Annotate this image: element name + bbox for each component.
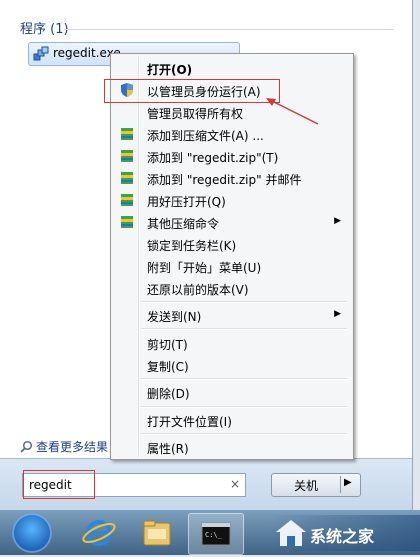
menu-item-label: 剪切(T)	[147, 338, 188, 352]
shutdown-options-arrow-icon[interactable]: ▶	[344, 477, 352, 488]
menu-item-label: 还原以前的版本(V)	[147, 283, 249, 297]
regedit-icon	[33, 46, 49, 62]
menu-item-restore-versions[interactable]: 还原以前的版本(V)	[113, 278, 349, 298]
menu-item-label: 锁定到任务栏(K)	[147, 239, 237, 253]
menu-item-take-ownership[interactable]: 管理员取得所有权	[113, 102, 349, 122]
menu-item-label: 添加到 "regedit.zip" 并邮件	[147, 173, 302, 187]
watermark: 系统之家	[270, 515, 420, 551]
menu-item-add-to-zip-and-email[interactable]: 添加到 "regedit.zip" 并邮件	[113, 168, 349, 188]
submenu-arrow-icon: ▶	[334, 309, 341, 319]
shutdown-button[interactable]: 关机 ▶	[271, 473, 361, 497]
see-more-results-link[interactable]: 查看更多结果	[20, 438, 108, 455]
taskbar-ie-button[interactable]	[72, 513, 126, 553]
menu-item-label: 打开文件位置(I)	[147, 415, 232, 429]
menu-item-properties[interactable]: 属性(R)	[113, 437, 349, 457]
archive-icon	[119, 214, 135, 230]
internet-explorer-icon	[82, 520, 116, 546]
menu-item-label: 发送到(N)	[147, 310, 202, 324]
shutdown-divider	[340, 476, 341, 493]
menu-separator	[141, 301, 347, 303]
menu-item-add-to-zip[interactable]: 添加到 "regedit.zip"(T)	[113, 146, 349, 166]
archive-icon	[119, 192, 135, 208]
start-orb-icon[interactable]	[12, 513, 52, 553]
menu-item-open[interactable]: 打开(O)	[113, 58, 349, 78]
menu-item-label: 复制(C)	[147, 360, 189, 374]
command-prompt-icon: C:\_	[201, 522, 231, 546]
menu-item-label: 打开(O)	[147, 63, 193, 77]
house-logo-icon	[276, 520, 306, 546]
menu-item-open-with-haozip[interactable]: 用好压打开(Q)	[113, 190, 349, 210]
watermark-text: 系统之家	[310, 527, 375, 546]
search-highlight-box	[23, 470, 95, 499]
menu-item-copy[interactable]: 复制(C)	[113, 355, 349, 375]
menu-item-label: 附到「开始」菜单(U)	[147, 261, 262, 275]
menu-item-label: 其他压缩命令	[147, 217, 220, 231]
menu-separator	[141, 378, 347, 380]
folder-icon	[143, 520, 171, 546]
menu-item-label: 添加到 "regedit.zip"(T)	[147, 151, 279, 165]
section-divider	[64, 29, 394, 30]
shutdown-label: 关机	[293, 479, 318, 493]
menu-item-label: 管理员取得所有权	[147, 107, 244, 121]
archive-icon	[119, 170, 135, 186]
menu-item-label: 用好压打开(Q)	[147, 195, 226, 209]
menu-item-open-file-location[interactable]: 打开文件位置(I)	[113, 410, 349, 430]
menu-item-label: 添加到压缩文件(A) ...	[147, 129, 264, 143]
programs-section-header: 程序 (1)	[20, 22, 69, 37]
menu-item-send-to[interactable]: 发送到(N) ▶	[113, 305, 349, 325]
menu-item-add-to-archive[interactable]: 添加到压缩文件(A) ...	[113, 124, 349, 144]
menu-item-pin-taskbar[interactable]: 锁定到任务栏(K)	[113, 234, 349, 254]
menu-item-cut[interactable]: 剪切(T)	[113, 333, 349, 353]
menu-item-label: 删除(D)	[147, 387, 190, 401]
submenu-arrow-icon: ▶	[334, 216, 341, 226]
context-menu: 打开(O) 以管理员身份运行(A) 管理员取得所有权 添加到压缩文件(A) ..…	[110, 53, 354, 460]
magnifier-icon	[20, 440, 33, 453]
menu-item-other-compress[interactable]: 其他压缩命令 ▶	[113, 212, 349, 232]
menu-item-pin-start[interactable]: 附到「开始」菜单(U)	[113, 256, 349, 276]
menu-item-delete[interactable]: 删除(D)	[113, 382, 349, 402]
menu-separator	[141, 433, 347, 435]
archive-icon	[119, 148, 135, 164]
see-more-label: 查看更多结果	[36, 440, 109, 454]
taskbar-explorer-button[interactable]	[130, 513, 184, 553]
menu-separator	[141, 328, 347, 330]
archive-icon	[119, 126, 135, 142]
svg-text:C:\_: C:\_	[205, 531, 223, 539]
menu-separator	[141, 406, 347, 408]
menu-item-label: 属性(R)	[147, 442, 189, 456]
clear-search-icon[interactable]: ×	[230, 477, 240, 491]
run-as-admin-highlight-box	[104, 79, 280, 103]
taskbar-cmd-button[interactable]: C:\_	[188, 513, 244, 555]
